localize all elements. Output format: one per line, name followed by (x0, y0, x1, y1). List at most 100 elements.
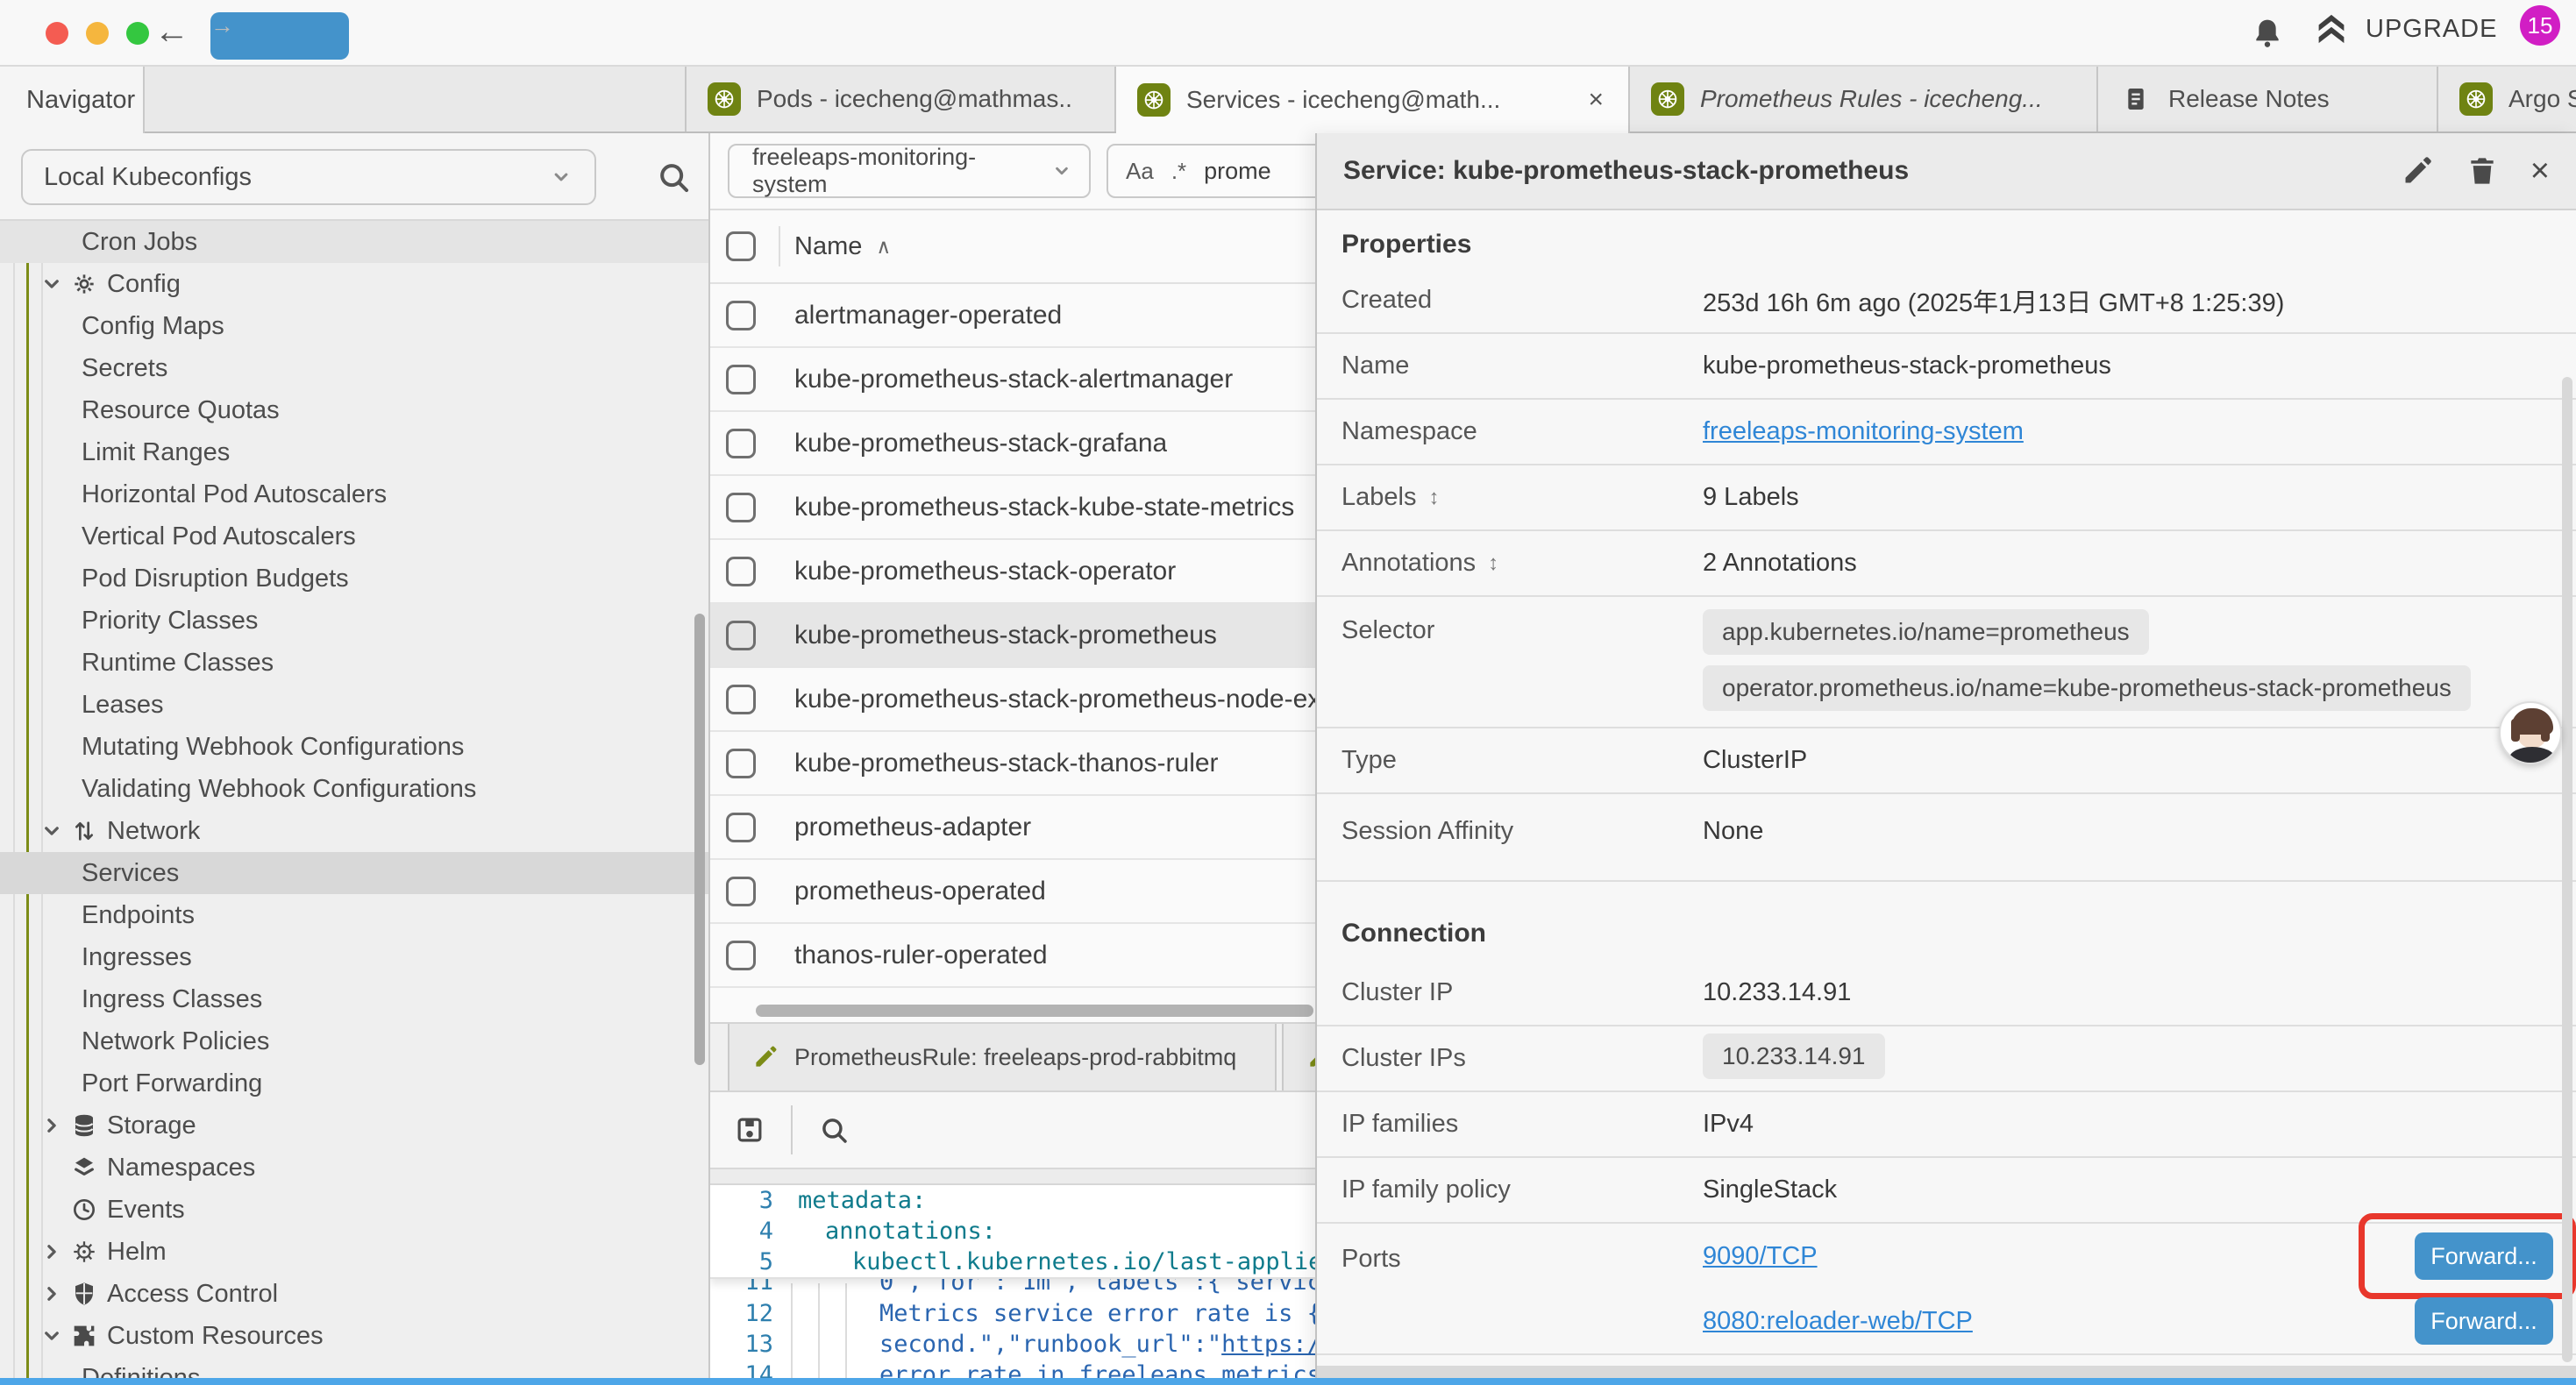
kubernetes-icon (708, 82, 741, 116)
kubeconfig-select[interactable]: Local Kubeconfigs (21, 149, 596, 205)
line-number: 4 (710, 1218, 773, 1245)
app-tab[interactable]: Pods - icecheng@mathmas... (685, 67, 1116, 131)
table-row[interactable]: kube-prometheus-stack-prometheus-node-ex… (710, 668, 1368, 732)
search-input[interactable] (1204, 158, 1318, 185)
table-row[interactable]: kube-prometheus-stack-grafana (710, 412, 1368, 476)
table-row[interactable]: thanos-ruler-operated (710, 924, 1368, 988)
table-row[interactable]: kube-prometheus-stack-kube-state-metrics (710, 476, 1368, 540)
port-link[interactable]: 9090/TCP (1703, 1242, 1818, 1271)
port-link[interactable]: 8080:reloader-web/TCP (1703, 1307, 1973, 1336)
sidebar-item[interactable]: Runtime Classes (0, 642, 708, 684)
table-row[interactable]: kube-prometheus-stack-thanos-ruler (710, 732, 1368, 796)
expand-sort-icon[interactable]: ↕ (1488, 551, 1498, 576)
match-case-toggle[interactable]: Aa (1126, 158, 1154, 185)
sidebar-scrollbar-thumb[interactable] (694, 614, 705, 1065)
row-checkbox[interactable] (726, 813, 756, 842)
sidebar-item[interactable]: Mutating Webhook Configurations (0, 726, 708, 768)
sidebar-item[interactable]: Services (0, 852, 708, 894)
row-checkbox[interactable] (726, 429, 756, 458)
sidebar-item[interactable]: Namespaces (0, 1147, 708, 1189)
select-all-checkbox[interactable] (726, 231, 756, 261)
sidebar-item[interactable]: Config Maps (0, 305, 708, 347)
table-row[interactable]: prometheus-operated (710, 860, 1368, 924)
back-button[interactable]: ← (154, 12, 189, 52)
row-checkbox[interactable] (726, 685, 756, 714)
row-checkbox[interactable] (726, 621, 756, 650)
sidebar-item[interactable]: Pod Disruption Budgets (0, 558, 708, 600)
sidebar-item[interactable]: Vertical Pod Autoscalers (0, 515, 708, 558)
sidebar-item[interactable]: Resource Quotas (0, 389, 708, 431)
app-tab[interactable]: Prometheus Rules - icecheng... (1630, 67, 2098, 131)
close-panel-button[interactable]: × (2530, 154, 2550, 188)
sidebar-item[interactable]: Storage (0, 1104, 708, 1147)
sidebar-item[interactable]: Network Policies (0, 1020, 708, 1062)
tree-chevron-icon[interactable] (39, 818, 65, 844)
row-checkbox[interactable] (726, 749, 756, 778)
navigator-tab[interactable]: Navigator (0, 67, 145, 133)
delete-button[interactable] (2466, 154, 2499, 188)
tree-chevron-icon[interactable] (39, 1239, 65, 1265)
sidebar-item[interactable]: Config (0, 263, 708, 305)
sidebar-item[interactable]: Limit Ranges (0, 431, 708, 473)
tree-chevron-icon[interactable] (39, 1281, 65, 1307)
sidebar-item-label: Custom Resources (107, 1322, 324, 1351)
name-column-header[interactable]: Name (794, 232, 862, 261)
close-tab-icon[interactable]: × (1584, 85, 1607, 115)
app-tab[interactable]: Argo Se (2438, 67, 2576, 131)
sidebar-item[interactable]: Secrets (0, 347, 708, 389)
user-avatar[interactable] (2499, 701, 2562, 764)
namespace-select[interactable]: freeleaps-monitoring-system (728, 144, 1091, 198)
panel-scrollbar-thumb[interactable] (2562, 377, 2572, 1362)
table-row[interactable]: kube-prometheus-stack-prometheus (710, 604, 1368, 668)
sidebar-search-icon[interactable] (654, 158, 693, 196)
sidebar-item[interactable]: Priority Classes (0, 600, 708, 642)
sidebar-item[interactable]: Access Control (0, 1273, 708, 1315)
sidebar-item[interactable]: Custom Resources (0, 1315, 708, 1357)
row-checkbox[interactable] (726, 877, 756, 906)
row-checkbox[interactable] (726, 365, 756, 394)
row-checkbox[interactable] (726, 301, 756, 330)
notifications-bell-icon[interactable] (2250, 16, 2285, 51)
sidebar-item[interactable]: Endpoints (0, 894, 708, 936)
app-tab[interactable]: Services - icecheng@math... × (1116, 67, 1630, 133)
forward-button[interactable]: Forward... (2415, 1232, 2553, 1280)
traffic-light-close[interactable] (46, 22, 68, 45)
yaml-editor[interactable]: 3 metadata: 4 annotations: 5 kubectl.kub… (710, 1185, 1368, 1385)
traffic-light-minimize[interactable] (86, 22, 109, 45)
forward-button[interactable]: Forward... (2415, 1297, 2553, 1345)
table-row[interactable]: prometheus-adapter (710, 796, 1368, 860)
forward-button[interactable]: → (210, 12, 349, 60)
sidebar-item[interactable]: Ingress Classes (0, 978, 708, 1020)
regex-toggle[interactable]: .* (1171, 158, 1186, 185)
editor-tab[interactable]: PrometheusRule: freeleaps-prod-rabbitmq (728, 1024, 1277, 1090)
tree-chevron-icon[interactable] (39, 1323, 65, 1349)
sidebar-item[interactable]: Ingresses (0, 936, 708, 978)
sidebar-item[interactable]: Leases (0, 684, 708, 726)
expand-sort-icon[interactable]: ↕ (1428, 486, 1439, 510)
sidebar-item[interactable]: Network (0, 810, 708, 852)
save-icon[interactable] (733, 1113, 766, 1147)
horizontal-scrollbar-thumb[interactable] (756, 1005, 1313, 1017)
sidebar-item[interactable]: Validating Webhook Configurations (0, 768, 708, 810)
traffic-light-zoom[interactable] (126, 22, 149, 45)
table-row[interactable]: alertmanager-operated (710, 284, 1368, 348)
tree-chevron-icon[interactable] (39, 271, 65, 297)
sidebar-item[interactable]: Port Forwarding (0, 1062, 708, 1104)
table-row[interactable]: kube-prometheus-stack-operator (710, 540, 1368, 604)
sidebar-item[interactable]: Events (0, 1189, 708, 1231)
row-checkbox[interactable] (726, 557, 756, 586)
sidebar-item[interactable]: Helm (0, 1231, 708, 1273)
row-checkbox[interactable] (726, 493, 756, 522)
editor-search-icon[interactable] (817, 1113, 850, 1147)
table-row[interactable]: kube-prometheus-stack-alertmanager (710, 348, 1368, 412)
row-checkbox[interactable] (726, 941, 756, 970)
update-count-badge[interactable]: 15 (2520, 5, 2560, 46)
sidebar-item[interactable]: Horizontal Pod Autoscalers (0, 473, 708, 515)
namespace-link[interactable]: freeleaps-monitoring-system (1703, 417, 2024, 446)
edit-button[interactable] (2401, 154, 2434, 188)
sort-ascending-icon[interactable]: ∧ (876, 235, 891, 259)
sidebar-item[interactable]: Cron Jobs (0, 221, 708, 263)
upgrade-button[interactable]: UPGRADE (2311, 9, 2497, 49)
tree-chevron-icon[interactable] (39, 1112, 65, 1139)
app-tab[interactable]: Release Notes (2098, 67, 2438, 131)
